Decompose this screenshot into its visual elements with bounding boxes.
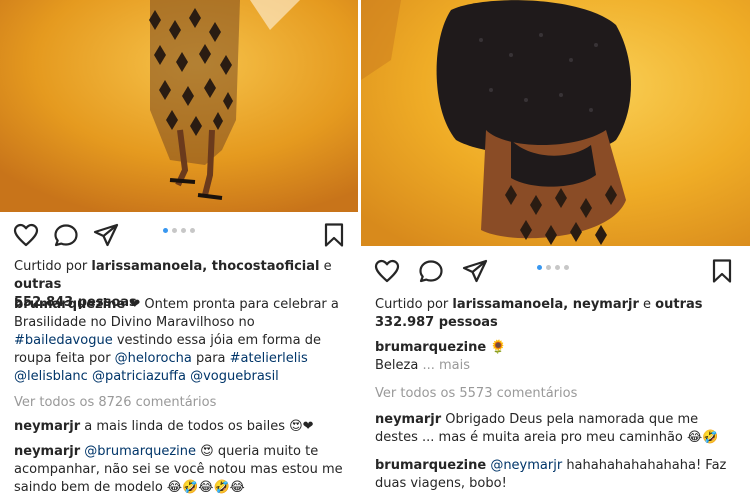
comment-username[interactable]: neymarjr	[375, 412, 441, 427]
action-bar	[361, 250, 750, 290]
bookmark-icon[interactable]	[320, 221, 348, 249]
liked-by-label: Curtido por	[14, 259, 92, 274]
view-all-comments-link[interactable]: Ver todos os 5573 comentários	[375, 385, 740, 403]
liked-by-label: Curtido por	[375, 297, 453, 312]
post-left: Curtido por larissamanoela, thocostaofic…	[0, 0, 358, 500]
comment-icon[interactable]	[417, 257, 445, 285]
comment-icon[interactable]	[52, 221, 80, 249]
mention-link[interactable]: @helorocha	[115, 351, 192, 366]
comment-item: neymarjr Obrigado Deus pela namorada que…	[375, 411, 740, 447]
share-icon[interactable]	[461, 257, 489, 285]
carousel-dot	[181, 228, 186, 233]
comment-username[interactable]: neymarjr	[14, 419, 80, 434]
heart-emoji: ❤	[129, 297, 141, 312]
mention-link[interactable]: @neymarjr	[486, 458, 562, 473]
comment-text: a mais linda de todos os bailes	[80, 419, 290, 434]
carousel-indicator	[537, 265, 569, 271]
mention-link[interactable]: @lelisblanc	[14, 369, 88, 384]
carousel-dot	[555, 265, 560, 270]
caption-username[interactable]: brumarquezine	[375, 340, 486, 355]
likes-count[interactable]: 332.987 pessoas	[375, 314, 740, 332]
comment-username[interactable]: brumarquezine	[375, 458, 486, 473]
hashtag-link[interactable]: #bailedavogue	[14, 333, 113, 348]
liked-by-others[interactable]: outras	[655, 297, 702, 312]
liked-by-users[interactable]: larissamanoela, thocostaoficial	[91, 259, 319, 274]
heart-icon[interactable]	[373, 257, 401, 285]
liked-by-line: Curtido por larissamanoela, neymarjr e o…	[375, 296, 740, 314]
comment-username[interactable]: neymarjr	[14, 444, 80, 459]
liked-by-others[interactable]: outras	[14, 277, 61, 292]
hashtag-link[interactable]: #atelierlelis	[230, 351, 308, 366]
liked-by-and: e	[638, 297, 656, 312]
comment-item: brumarquezine @neymarjr hahahahahahahaha…	[375, 457, 740, 493]
comment-emoji: 😍	[200, 444, 214, 459]
carousel-dot	[546, 265, 551, 270]
comment-item: neymarjr a mais linda de todos os bailes…	[14, 418, 348, 436]
post-right: Curtido por larissamanoela, neymarjr e o…	[361, 0, 750, 500]
caption-text: Beleza	[375, 358, 419, 373]
more-link[interactable]: ... mais	[418, 358, 470, 373]
comment-emoji: 😂🤣	[687, 430, 719, 445]
action-bar	[0, 215, 358, 255]
photo-illustration-right	[361, 0, 750, 246]
liked-by-users[interactable]: larissamanoela, neymarjr	[452, 297, 639, 312]
carousel-dot	[163, 228, 168, 233]
sunflower-emoji: 🌻	[490, 340, 507, 355]
liked-by-line: Curtido por larissamanoela, thocostaofic…	[14, 258, 348, 294]
comment-emoji: 😂🤣😂🤣😂	[166, 480, 245, 495]
heart-icon[interactable]	[12, 221, 40, 249]
carousel-indicator	[163, 228, 195, 234]
mention-link[interactable]: @brumarquezine	[80, 444, 200, 459]
caption-text: para	[191, 351, 230, 366]
carousel-dot	[564, 265, 569, 270]
liked-by-and: e	[319, 259, 332, 274]
view-all-comments-link[interactable]: Ver todos os 8726 comentários	[14, 394, 348, 412]
caption: brumarquezine ❤ Ontem pronta para celebr…	[14, 296, 348, 386]
share-icon[interactable]	[92, 221, 120, 249]
caption: brumarquezine 🌻 Beleza ... mais	[375, 339, 740, 375]
photo-illustration-left	[0, 0, 358, 212]
post-photo-right[interactable]	[361, 0, 750, 246]
mention-link[interactable]: @patriciazuffa	[92, 369, 186, 384]
likes-section: Curtido por larissamanoela, neymarjr e o…	[375, 296, 740, 332]
mention-link[interactable]: @voguebrasil	[190, 369, 279, 384]
comment-emoji: 😍❤	[289, 419, 314, 434]
caption-username[interactable]: brumarquezine	[14, 297, 125, 312]
bookmark-icon[interactable]	[708, 257, 736, 285]
post-photo-left[interactable]	[0, 0, 358, 212]
carousel-dot	[190, 228, 195, 233]
comment-item: neymarjr @brumarquezine 😍 queria muito t…	[14, 443, 348, 497]
carousel-dot	[537, 265, 542, 270]
carousel-dot	[172, 228, 177, 233]
